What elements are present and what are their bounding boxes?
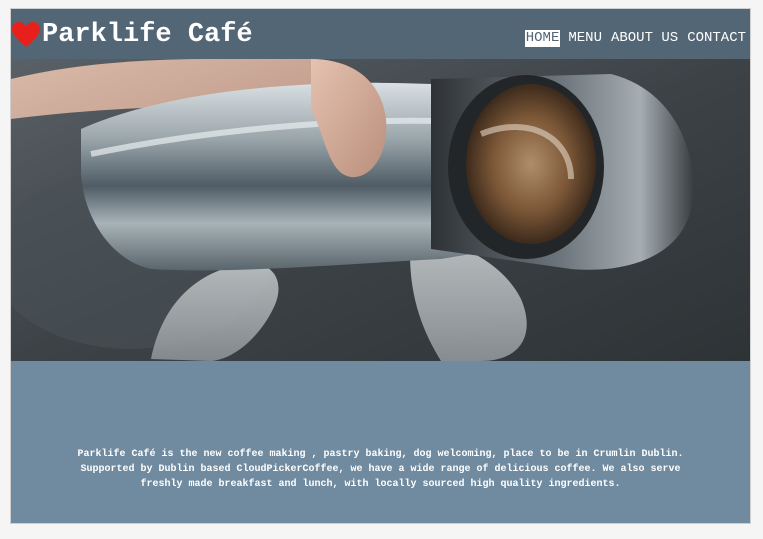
nav-menu[interactable]: MENU	[567, 30, 603, 47]
site-title: Parklife Café	[42, 20, 253, 50]
about-text: Parklife Café is the new coffee making ,…	[77, 449, 684, 490]
site-header: Parklife Café HOME MENU ABOUT US CONTACT	[11, 9, 750, 59]
hero-image	[11, 59, 750, 361]
brand[interactable]: Parklife Café	[11, 19, 253, 51]
main-nav: HOME MENU ABOUT US CONTACT	[524, 30, 747, 47]
heart-icon	[12, 22, 40, 47]
nav-home[interactable]: HOME	[524, 30, 561, 47]
nav-about-us[interactable]: ABOUT US	[610, 30, 679, 47]
nav-contact[interactable]: CONTACT	[686, 30, 747, 47]
page-frame: Parklife Café HOME MENU ABOUT US CONTACT	[10, 8, 751, 524]
coffee-pour-photo	[11, 59, 750, 361]
about-section: Parklife Café is the new coffee making ,…	[11, 361, 750, 523]
